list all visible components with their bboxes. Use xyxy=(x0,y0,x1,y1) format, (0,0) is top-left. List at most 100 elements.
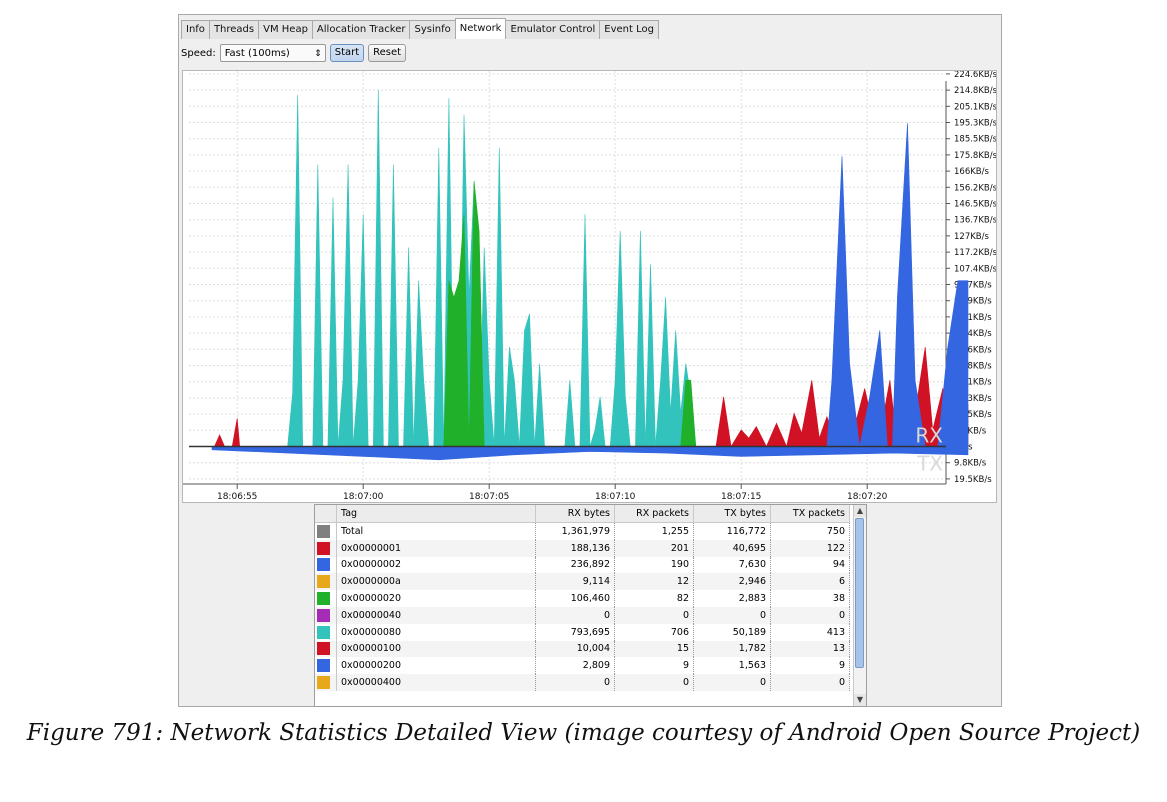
tab-network[interactable]: Network xyxy=(454,18,507,39)
row-rx-bytes: 236,892 xyxy=(535,556,615,574)
row-rx-packets: 1,255 xyxy=(614,522,694,540)
y-tick-label: 117.2KB/s xyxy=(954,248,996,258)
x-tick-label: 18:07:15 xyxy=(721,492,761,502)
scrollbar-thumb[interactable] xyxy=(855,518,864,668)
row-rx-packets: 0 xyxy=(614,606,694,624)
y-tick-label: 107.4KB/s xyxy=(954,264,996,274)
table-row[interactable]: 0x00000100 10,004 15 1,782 13 xyxy=(315,640,850,658)
network-toolbar: Speed: Fast (100ms) ⇕ Start Reset xyxy=(181,42,407,64)
network-stats-table: Tag RX bytes RX packets TX bytes TX pack… xyxy=(314,504,867,707)
y-tick-label: 166KB/s xyxy=(954,167,989,177)
row-tx-bytes: 50,189 xyxy=(693,623,771,641)
tab-emulator-control[interactable]: Emulator Control xyxy=(505,20,601,39)
y-tick-label: 175.8KB/s xyxy=(954,151,996,161)
y-tick-label: 156.2KB/s xyxy=(954,183,996,193)
row-tx-bytes: 2,946 xyxy=(693,573,771,591)
color-swatch xyxy=(317,524,330,538)
tab-sysinfo[interactable]: Sysinfo xyxy=(409,20,456,39)
table-row[interactable]: 0x00000002 236,892 190 7,630 94 xyxy=(315,556,850,574)
color-swatch xyxy=(317,642,330,656)
row-tx-packets: 0 xyxy=(770,606,850,624)
table-row[interactable]: 0x00000080 793,695 706 50,189 413 xyxy=(315,623,850,641)
row-rx-bytes: 10,004 xyxy=(535,640,615,658)
row-tag: 0x00000040 xyxy=(336,606,536,624)
table-row[interactable]: 0x00000200 2,809 9 1,563 9 xyxy=(315,657,850,675)
row-rx-packets: 12 xyxy=(614,573,694,591)
color-swatch xyxy=(317,558,330,572)
table-row[interactable]: Total 1,361,979 1,255 116,772 750 xyxy=(315,522,850,540)
row-color-swatch xyxy=(315,590,337,607)
row-tag: 0x00000200 xyxy=(336,657,536,675)
speed-label: Speed: xyxy=(181,47,216,59)
row-tag: 0x00000400 xyxy=(336,674,536,691)
row-tag: 0x00000020 xyxy=(336,590,536,607)
table-row[interactable]: 0x0000000a 9,114 12 2,946 6 xyxy=(315,573,850,591)
row-color-swatch xyxy=(315,539,337,557)
row-color-swatch xyxy=(315,623,337,641)
y-tick-label: 9.8KB/s xyxy=(954,459,987,469)
tab-info[interactable]: Info xyxy=(181,20,210,39)
color-swatch xyxy=(317,592,330,606)
color-swatch xyxy=(317,575,330,589)
row-tx-packets: 13 xyxy=(770,640,850,658)
tab-event-log[interactable]: Event Log xyxy=(599,20,659,39)
tab-bar: Info Threads VM Heap Allocation Tracker … xyxy=(181,18,659,39)
y-tick-label: 127KB/s xyxy=(954,232,989,242)
row-tx-bytes: 1,782 xyxy=(693,640,771,658)
figure-caption: Figure 791: Network Statistics Detailed … xyxy=(26,720,1141,746)
x-tick-label: 18:07:00 xyxy=(343,492,384,502)
table-row[interactable]: 0x00000040 0 0 0 0 xyxy=(315,606,850,624)
color-swatch xyxy=(317,676,330,690)
tab-vm-heap[interactable]: VM Heap xyxy=(258,20,313,39)
row-color-swatch xyxy=(315,674,337,691)
row-rx-bytes: 1,361,979 xyxy=(535,522,615,540)
network-chart-svg: 224.6KB/s 214.8KB/s 205.1KB/s 195.3KB/s 185.… xyxy=(183,71,996,502)
scroll-up-icon[interactable]: ▲ xyxy=(854,505,866,517)
row-tx-packets: 0 xyxy=(770,674,850,691)
row-rx-bytes: 0 xyxy=(535,606,615,624)
row-tx-bytes: 116,772 xyxy=(693,522,771,540)
chevron-updown-icon: ⇕ xyxy=(314,49,322,59)
table-row[interactable]: 0x00000400 0 0 0 0 xyxy=(315,674,850,691)
swatch-column-header xyxy=(315,505,337,523)
row-tag: 0x0000000a xyxy=(336,573,536,591)
tab-allocation-tracker[interactable]: Allocation Tracker xyxy=(311,20,411,39)
series-area-0 xyxy=(214,418,243,447)
x-tick-label: 18:07:20 xyxy=(847,492,888,502)
column-header-rx-bytes[interactable]: RX bytes xyxy=(535,505,615,523)
y-tick-label: 19.5KB/s xyxy=(954,475,992,485)
row-rx-bytes: 793,695 xyxy=(535,623,615,641)
row-color-swatch xyxy=(315,556,337,574)
row-tx-bytes: 1,563 xyxy=(693,657,771,675)
speed-value: Fast (100ms) xyxy=(224,48,290,59)
row-rx-bytes: 188,136 xyxy=(535,539,615,557)
table-row[interactable]: 0x00000001 188,136 201 40,695 122 xyxy=(315,539,850,557)
table-row[interactable]: 0x00000020 106,460 82 2,883 38 xyxy=(315,590,850,607)
table-header-row: Tag RX bytes RX packets TX bytes TX pack… xyxy=(315,505,850,523)
y-tick-label: 146.5KB/s xyxy=(954,200,996,210)
ddms-window: Info Threads VM Heap Allocation Tracker … xyxy=(178,14,1002,707)
row-rx-bytes: 0 xyxy=(535,674,615,691)
row-color-swatch xyxy=(315,522,337,540)
rx-label: RX xyxy=(915,424,943,448)
start-button[interactable]: Start xyxy=(329,44,365,62)
y-tick-label: 205.1KB/s xyxy=(954,102,996,112)
row-rx-packets: 9 xyxy=(614,657,694,675)
table-scrollbar[interactable]: ▲ ▼ xyxy=(853,505,866,706)
tab-threads[interactable]: Threads xyxy=(208,20,260,39)
row-rx-bytes: 9,114 xyxy=(535,573,615,591)
row-tag: 0x00000001 xyxy=(336,539,536,557)
column-header-rx-packets[interactable]: RX packets xyxy=(614,505,694,523)
row-tag: Total xyxy=(336,522,536,540)
row-rx-packets: 201 xyxy=(614,539,694,557)
row-tx-bytes: 2,883 xyxy=(693,590,771,607)
row-tx-packets: 413 xyxy=(770,623,850,641)
column-header-tx-packets[interactable]: TX packets xyxy=(770,505,850,523)
reset-button[interactable]: Reset xyxy=(368,44,407,62)
x-tick-label: 18:07:10 xyxy=(595,492,636,502)
column-header-tag[interactable]: Tag xyxy=(336,505,536,523)
row-tx-bytes: 0 xyxy=(693,606,771,624)
column-header-tx-bytes[interactable]: TX bytes xyxy=(693,505,771,523)
scroll-down-icon[interactable]: ▼ xyxy=(854,694,866,706)
speed-select[interactable]: Fast (100ms) ⇕ xyxy=(219,44,326,62)
